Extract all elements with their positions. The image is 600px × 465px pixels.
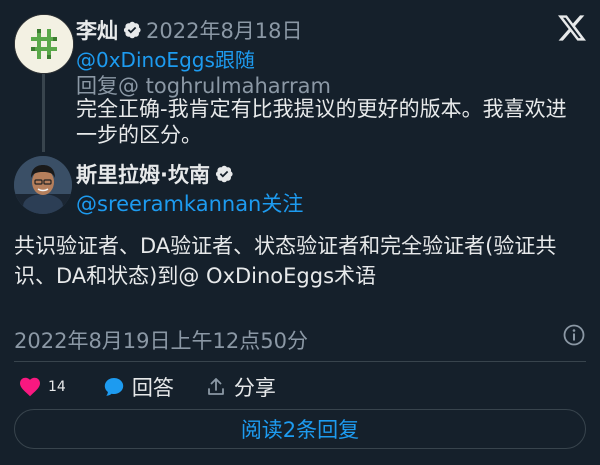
main-author-avatar[interactable] [14, 156, 72, 214]
main-tweet-text: 共识验证者、DA验证者、状态验证者和完全验证者(验证共识、DA和状态)到@ Ox… [14, 234, 557, 288]
share-icon [207, 378, 224, 395]
verified-badge-icon [123, 21, 141, 39]
parent-handle-row: @0xDinoEggs跟随 [76, 44, 255, 73]
follow-button-parent[interactable]: 跟随 [215, 48, 255, 72]
main-handle-row: @sreeramkannan关注 [76, 188, 303, 218]
heart-icon [20, 377, 40, 397]
divider [14, 361, 586, 362]
parent-tweet-header: 李灿 2022年8月18日 [76, 14, 303, 46]
speech-bubble-icon [104, 378, 124, 396]
parent-tweet-date[interactable]: 2022年8月18日 [146, 15, 303, 45]
like-button[interactable]: 14 [18, 375, 66, 399]
verified-badge-icon [215, 165, 233, 183]
reply-label: 回答 [131, 376, 174, 400]
share-button[interactable]: 分享 [204, 372, 276, 402]
tweet-timestamp[interactable]: 2022年8月19日上午12点50分 [14, 325, 308, 355]
reply-button[interactable]: 回答 [102, 372, 174, 402]
info-icon[interactable] [562, 323, 586, 347]
like-count: 14 [48, 379, 66, 395]
tweet-actions: 14 回答 分享 [18, 372, 276, 402]
tweet-embed-card: 李灿 2022年8月18日 @0xDinoEggs跟随 回复@ toghrulm… [0, 0, 600, 465]
main-tweet-header: 斯里拉姆·坎南 [76, 159, 234, 189]
parent-author-handle[interactable]: @0xDinoEggs [76, 48, 215, 72]
person-avatar-icon [14, 156, 72, 214]
parent-tweet-text: 完全正确-我肯定有比我提议的更好的版本。我喜欢进一步的区分。 [76, 97, 567, 147]
follow-button-main[interactable]: 关注 [261, 192, 303, 216]
main-author-name[interactable]: 斯里拉姆·坎南 [76, 159, 210, 189]
thread-connector-line [42, 74, 45, 152]
share-label: 分享 [233, 376, 276, 400]
parent-author-name[interactable]: 李灿 [76, 15, 118, 45]
parent-avatar[interactable] [14, 14, 74, 74]
read-replies-button[interactable]: 阅读2条回复 [14, 409, 586, 449]
x-logo-icon[interactable] [558, 14, 586, 42]
hashtag-pixel-avatar-icon [15, 15, 73, 73]
main-author-handle[interactable]: @sreeramkannan [76, 192, 261, 216]
